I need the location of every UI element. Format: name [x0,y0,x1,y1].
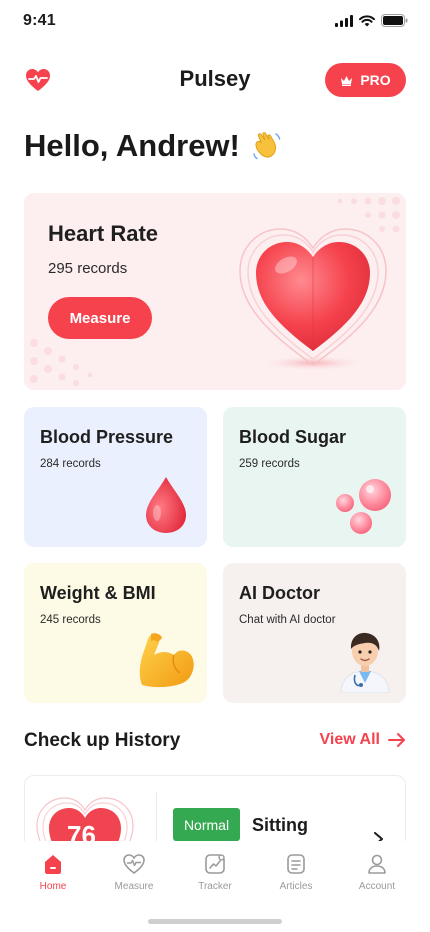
ai-doctor-title: AI Doctor [239,583,320,603]
nav-item-tracker[interactable]: Tracker [175,853,255,892]
nav-label-home: Home [39,881,67,892]
crown-icon [341,75,353,86]
blood-pressure-title: Blood Pressure [40,427,174,447]
nav-item-articles[interactable]: Articles [256,853,336,892]
pro-button[interactable]: PRO [325,63,406,97]
blood-cells-icon [336,479,391,534]
document-icon [287,854,305,874]
heart-rate-card[interactable]: Heart Rate 295 records Measure [24,193,406,390]
blood-sugar-records: 259 records [239,458,300,470]
doctor-avatar-icon [340,632,390,693]
heart-pulse-icon [123,854,145,874]
chart-icon [205,854,225,874]
nav-item-measure[interactable]: Measure [94,853,174,892]
nav-label-articles: Articles [279,881,313,892]
nav-item-home[interactable]: Home [13,853,93,892]
battery-icon [381,14,408,27]
ai-doctor-card[interactable]: AI Doctor Chat with AI doctor [223,563,406,703]
measure-button[interactable]: Measure [48,297,152,339]
pro-label: PRO [360,72,391,88]
nav-label-tracker: Tracker [198,881,232,892]
ai-doctor-subtitle: Chat with AI doctor [239,614,336,626]
heart-rate-records: 295 records [48,260,128,277]
signal-icon [335,14,353,27]
status-bar: 9:41 [0,0,430,44]
view-all-label: View All [319,731,380,748]
status-badge: Normal [173,808,240,841]
home-indicator [148,919,282,924]
waving-hand-icon [253,132,281,160]
view-all-link[interactable]: View All [320,731,406,749]
blood-pressure-records: 284 records [40,458,101,470]
blood-drop-icon [146,477,186,533]
check-up-history-title: Check up History [24,730,181,751]
heart-illustration-icon [239,228,387,371]
status-time: 9:41 [23,12,56,29]
history-position: Sitting [252,815,308,835]
weight-bmi-title: Weight & BMI [40,583,156,603]
weight-bmi-records: 245 records [40,614,101,626]
user-icon [368,854,386,874]
check-up-history-header: Check up History View All [24,728,406,756]
nav-item-account[interactable]: Account [337,853,417,892]
flexed-biceps-icon [139,633,194,688]
home-icon [45,855,61,874]
greeting: Hello, Andrew! [24,128,284,164]
wifi-icon [359,14,375,26]
app-header: Pulsey PRO [0,60,430,100]
blood-sugar-title: Blood Sugar [239,427,346,447]
blood-sugar-card[interactable]: Blood Sugar 259 records [223,407,406,547]
nav-label-measure: Measure [114,881,154,892]
nav-label-account: Account [358,881,396,892]
greeting-text: Hello, Andrew! [24,128,240,163]
status-icons [335,14,408,27]
heart-rate-title: Heart Rate [48,221,159,246]
weight-bmi-card[interactable]: Weight & BMI 245 records [24,563,207,703]
arrow-right-icon [388,733,405,747]
blood-pressure-card[interactable]: Blood Pressure 284 records [24,407,207,547]
